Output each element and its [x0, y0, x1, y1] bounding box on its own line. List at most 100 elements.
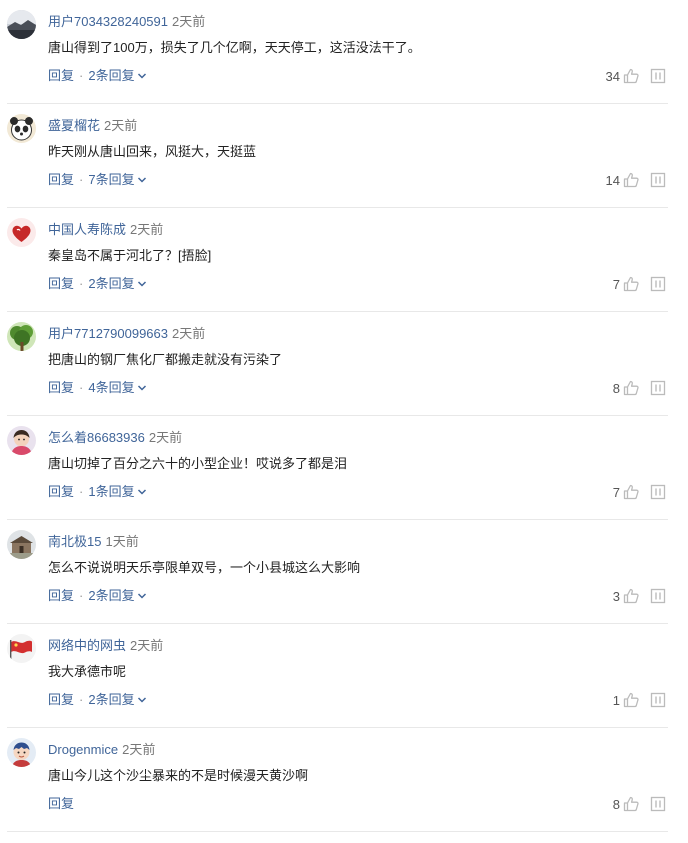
report-icon[interactable] [650, 796, 666, 812]
comment-time: 2天前 [172, 14, 206, 29]
thumbs-up-icon[interactable] [622, 795, 640, 813]
view-replies-button[interactable]: 4条回复 [88, 379, 146, 397]
red-heart-avatar [7, 218, 36, 247]
like-count: 14 [605, 172, 620, 188]
replies-count-label: 1条回复 [88, 484, 135, 499]
user-avatar[interactable] [7, 426, 36, 455]
username[interactable]: 怎么着86683936 [48, 430, 145, 445]
like-count: 3 [612, 588, 620, 604]
user-avatar[interactable] [7, 218, 36, 247]
chevron-down-icon [137, 697, 146, 703]
reply-button[interactable]: 回复 [48, 171, 74, 189]
user-avatar[interactable] [7, 10, 36, 39]
reply-button[interactable]: 回复 [48, 691, 74, 709]
username[interactable]: 中国人寿陈成 [48, 222, 126, 237]
thumbs-up-icon[interactable] [622, 483, 640, 501]
report-icon[interactable] [650, 68, 666, 84]
comment-time: 2天前 [104, 118, 138, 133]
username[interactable]: 南北极15 [48, 534, 101, 549]
thumbs-up-icon[interactable] [622, 171, 640, 189]
green-tree-avatar [7, 322, 36, 351]
username[interactable]: 盛夏榴花 [48, 118, 100, 133]
username[interactable]: 用户7712790099663 [48, 326, 168, 341]
flag-avatar [7, 634, 36, 663]
report-icon[interactable] [650, 484, 666, 500]
thumbs-up-icon[interactable] [622, 691, 640, 709]
replies-count-label: 2条回复 [88, 588, 135, 603]
comment-text: 唐山切掉了百分之六十的小型企业！哎说多了都是泪 [48, 456, 348, 471]
like-count: 34 [605, 68, 620, 84]
user-avatar[interactable] [7, 530, 36, 559]
reply-button[interactable]: 回复 [48, 275, 74, 293]
report-icon[interactable] [650, 380, 666, 396]
thumbs-up-icon[interactable] [622, 587, 640, 605]
comment-text: 唐山今儿这个沙尘暴来的不是时候漫天黄沙啊 [48, 768, 309, 783]
like-count: 7 [612, 484, 620, 500]
comment-time: 2天前 [122, 742, 156, 757]
comment-time: 2天前 [130, 638, 164, 653]
user-avatar[interactable] [7, 114, 36, 143]
panda-avatar [7, 114, 36, 143]
comment-list: 用户7034328240591 2天前 唐山得到了100万，损失了几个亿啊，天天停… [0, 0, 688, 843]
user-avatar[interactable] [7, 738, 36, 767]
comment-item: 盛夏榴花 2天前 昨天刚从唐山回来，风挺大，天挺蓝 回复 · 7条回复 14 [0, 104, 688, 208]
landscape-dusk-avatar [7, 10, 36, 39]
thumbs-up-icon[interactable] [622, 67, 640, 85]
user-avatar[interactable] [7, 322, 36, 351]
chevron-down-icon [137, 177, 146, 183]
comment-item: 用户7034328240591 2天前 唐山得到了100万，损失了几个亿啊，天天停… [0, 0, 688, 104]
cartoon-character-avatar [7, 738, 36, 767]
like-count: 8 [612, 380, 620, 396]
comment-item: Drogenmice 2天前 唐山今儿这个沙尘暴来的不是时候漫天黄沙啊 回复 8 [0, 728, 688, 832]
report-icon[interactable] [650, 692, 666, 708]
thumbs-up-icon[interactable] [622, 379, 640, 397]
like-count: 1 [612, 692, 620, 708]
comment-item: 网络中的网虫 2天前 我大承德市呢 回复 · 2条回复 1 [0, 624, 688, 728]
comment-text: 昨天刚从唐山回来，风挺大，天挺蓝 [48, 144, 257, 159]
chevron-down-icon [137, 385, 146, 391]
username[interactable]: Drogenmice [48, 742, 118, 757]
user-avatar[interactable] [7, 634, 36, 663]
thumbs-up-icon[interactable] [622, 275, 640, 293]
comment-text: 秦皇岛不属于河北了？[捂脸] [48, 248, 212, 263]
view-replies-button[interactable]: 2条回复 [88, 587, 146, 605]
like-count: 7 [612, 276, 620, 292]
separator-dot: · [79, 380, 84, 395]
view-replies-button[interactable]: 2条回复 [88, 67, 146, 85]
reply-button[interactable]: 回复 [48, 379, 74, 397]
report-icon[interactable] [650, 276, 666, 292]
report-icon[interactable] [650, 172, 666, 188]
comment-text: 把唐山的钢厂焦化厂都搬走就没有污染了 [48, 352, 283, 367]
chevron-down-icon [137, 73, 146, 79]
chevron-down-icon [137, 593, 146, 599]
view-replies-button[interactable]: 1条回复 [88, 483, 146, 501]
separator-dot: · [79, 484, 84, 499]
comment-item: 中国人寿陈成 2天前 秦皇岛不属于河北了？[捂脸] 回复 · 2条回复 7 [0, 208, 688, 312]
view-replies-button[interactable]: 7条回复 [88, 171, 146, 189]
reply-button[interactable]: 回复 [48, 795, 74, 813]
replies-count-label: 2条回复 [88, 276, 135, 291]
separator-dot: · [79, 172, 84, 187]
replies-count-label: 2条回复 [88, 68, 135, 83]
separator-dot: · [79, 276, 84, 291]
separator-dot: · [79, 588, 84, 603]
replies-count-label: 4条回复 [88, 380, 135, 395]
view-replies-button[interactable]: 2条回复 [88, 275, 146, 293]
comment-text: 唐山得到了100万，损失了几个亿啊，天天停工，这活没法干了。 [48, 40, 421, 55]
comment-item: 南北极15 1天前 怎么不说说明天乐亭限单双号，一个小县城这么大影响 回复 · 2… [0, 520, 688, 624]
comment-time: 2天前 [130, 222, 164, 237]
child-portrait-avatar [7, 426, 36, 455]
username[interactable]: 用户7034328240591 [48, 14, 168, 29]
username[interactable]: 网络中的网虫 [48, 638, 126, 653]
reply-button[interactable]: 回复 [48, 483, 74, 501]
separator-dot: · [79, 692, 84, 707]
chevron-down-icon [137, 489, 146, 495]
report-icon[interactable] [650, 588, 666, 604]
comment-item: 用户7712790099663 2天前 把唐山的钢厂焦化厂都搬走就没有污染了 回复… [0, 312, 688, 416]
comment-text: 怎么不说说明天乐亭限单双号，一个小县城这么大影响 [48, 560, 361, 575]
reply-button[interactable]: 回复 [48, 67, 74, 85]
view-replies-button[interactable]: 2条回复 [88, 691, 146, 709]
separator-dot: · [79, 68, 84, 83]
comment-time: 1天前 [105, 534, 139, 549]
reply-button[interactable]: 回复 [48, 587, 74, 605]
